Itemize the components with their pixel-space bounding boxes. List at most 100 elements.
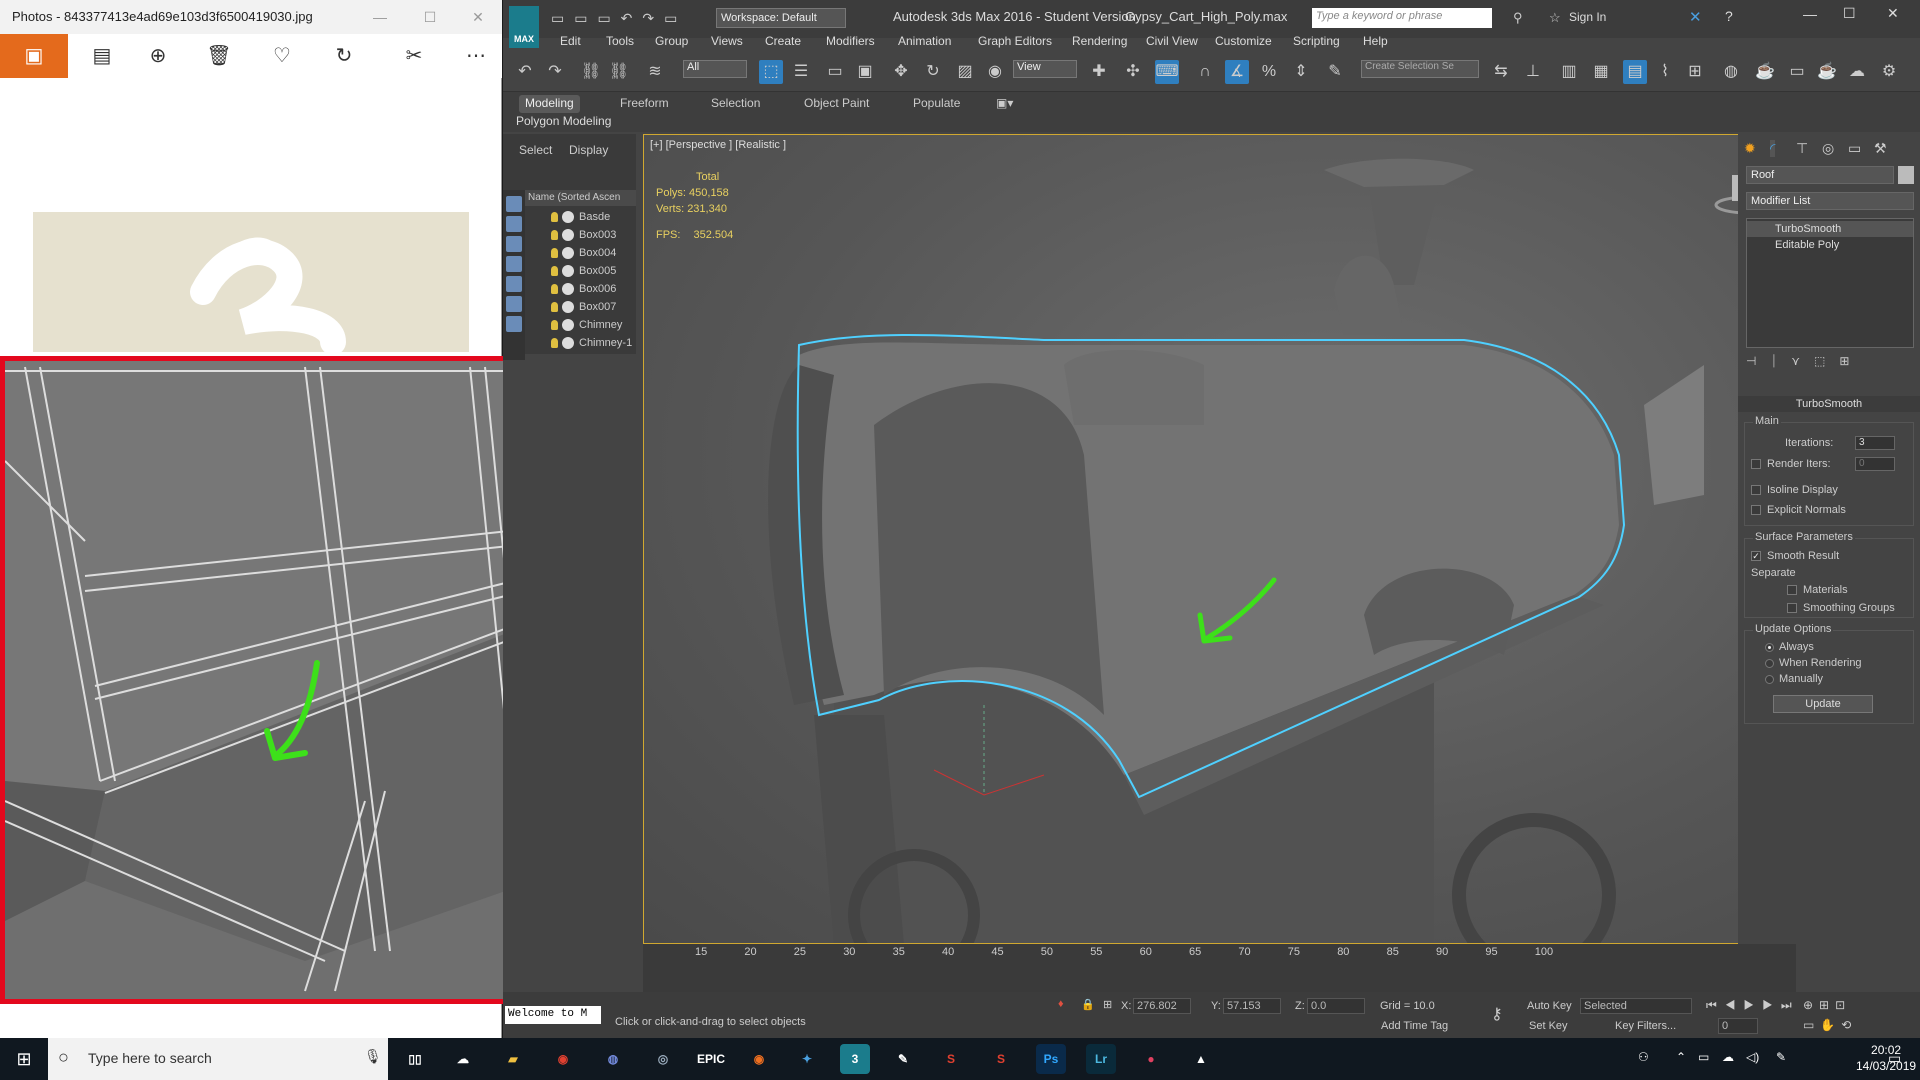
sign-in-button[interactable]: Sign In [1569,10,1606,24]
key-icon[interactable]: ⚷ [1491,1004,1503,1024]
redo-icon[interactable]: ↷ [543,60,567,84]
smoothing-groups-checkbox[interactable] [1787,603,1797,613]
scene-item[interactable]: Box004 [525,244,636,262]
scene-tab-select[interactable]: Select [519,143,552,157]
menu-group[interactable]: Group [655,34,688,48]
chrome-icon[interactable]: ◉ [548,1044,578,1074]
more-icon[interactable]: ⋯ [454,34,498,78]
delete-icon[interactable]: 🗑 [197,34,241,78]
tab-populate[interactable]: Populate [907,95,966,113]
substance-icon[interactable]: S [936,1044,966,1074]
menu-create[interactable]: Create [765,34,801,48]
ribbon-options-icon[interactable]: ▣▾ [990,95,1019,113]
undo-icon[interactable]: ↶ [513,60,537,84]
pen-icon[interactable]: ✎ [1776,1050,1786,1064]
isoline-display-checkbox[interactable] [1751,485,1761,495]
menu-tools[interactable]: Tools [606,34,634,48]
max-logo[interactable]: MAX [509,6,539,48]
steam-icon[interactable]: ◎ [648,1044,678,1074]
file-explorer-icon[interactable]: ▰ [498,1044,528,1074]
binoculars-icon[interactable]: ⚲ [1513,10,1523,26]
tray-chevron-icon[interactable]: ⌃ [1676,1050,1686,1064]
epic-games-icon[interactable]: EPIC [696,1044,726,1074]
snap-icon[interactable]: ∩ [1193,60,1217,84]
ribbon-icon[interactable]: ▤ [1623,60,1647,84]
task-view-icon[interactable]: ▯▯ [400,1044,430,1074]
window-crossing-icon[interactable]: ▣ [853,60,877,84]
rotate-icon[interactable]: ↻ [921,60,945,84]
light-bulb-icon[interactable] [551,248,558,258]
light-bulb-icon[interactable] [551,266,558,276]
manually-radio[interactable] [1765,675,1774,684]
3ds-max-icon[interactable]: 3 [840,1044,870,1074]
light-bulb-icon[interactable] [551,212,558,222]
viewport-nav-controls[interactable]: ⊕⊞⊡ [1803,998,1851,1012]
utilities-panel-icon[interactable]: ⚒ [1874,140,1887,157]
menu-help[interactable]: Help [1363,34,1388,48]
maxscript-listener[interactable]: Welcome to M [505,1006,601,1024]
microphone-icon[interactable]: 🎙 [364,1048,382,1065]
menu-graph-editors[interactable]: Graph Editors [978,34,1052,48]
blender-icon[interactable]: ✦ [792,1044,822,1074]
onedrive-icon[interactable]: ☁ [448,1044,478,1074]
materials-checkbox[interactable] [1787,585,1797,595]
set-key-button[interactable]: Set Key [1529,1020,1568,1032]
discord-icon[interactable]: ◍ [598,1044,628,1074]
layer-icon[interactable]: ▥ [1557,60,1581,84]
move-icon[interactable]: ✥ [889,60,913,84]
edit-icon[interactable]: ✂ [392,34,436,78]
render-iters-spinner[interactable]: 0 [1855,457,1895,471]
rect-selection-icon[interactable]: ▭ [823,60,847,84]
notification-icon[interactable]: ▭ [1888,1050,1901,1067]
taskbar-search-box[interactable]: ○ Type here to search 🎙 [48,1038,388,1080]
key-mode-dropdown[interactable]: Selected [1580,998,1692,1014]
stack-item-turbosmooth[interactable]: TurboSmooth [1747,221,1913,237]
stack-item-editable-poly[interactable]: Editable Poly [1747,237,1913,253]
render-online-icon[interactable]: ☁ [1845,60,1869,84]
system-clock[interactable]: 20:02 14/03/2019 [1856,1042,1916,1074]
scene-item[interactable]: Box006 [525,280,636,298]
zoom-icon[interactable]: ⊕ [136,34,180,78]
x-coordinate-field[interactable]: 276.802 [1133,998,1191,1014]
percent-snap-icon[interactable]: % [1257,60,1281,84]
paint-icon[interactable]: ✎ [888,1044,918,1074]
tab-selection[interactable]: Selection [705,95,766,113]
tab-freeform[interactable]: Freeform [614,95,675,113]
filter-groups-icon[interactable] [506,316,522,332]
z-coordinate-field[interactable]: 0.0 [1307,998,1365,1014]
scene-item[interactable]: Basde [525,208,636,226]
close-icon[interactable]: ✕ [458,4,498,30]
scene-item[interactable]: Chimney [525,316,636,334]
substance-designer-icon[interactable]: S [986,1044,1016,1074]
render-frame-icon[interactable]: ▭ [1785,60,1809,84]
create-panel-icon[interactable]: ✹ [1744,140,1756,157]
spinner-snap-icon[interactable]: ⇕ [1289,60,1313,84]
y-coordinate-field[interactable]: 57.153 [1223,998,1281,1014]
render-icon[interactable]: ☕ [1815,60,1839,84]
absolute-mode-icon[interactable]: ⊞ [1103,998,1112,1011]
render-iterative-icon[interactable]: ⚙ [1877,60,1901,84]
scene-item[interactable]: Box005 [525,262,636,280]
scene-item[interactable]: Box007 [525,298,636,316]
help-icon[interactable]: ? [1725,8,1733,24]
timeline[interactable]: 15 20 25 30 35 40 45 50 55 60 65 70 75 80 85 90 95 100 [643,944,1796,992]
light-bulb-icon[interactable] [551,302,558,312]
keyword-search-input[interactable]: Type a keyword or phrase [1312,8,1492,28]
tab-modeling[interactable]: Modeling [519,95,580,113]
filter-spacewarps-icon[interactable] [506,296,522,312]
update-button[interactable]: Update [1773,695,1873,713]
link-icon[interactable]: ⛓ [579,60,603,84]
minimize-icon[interactable]: — [1803,6,1817,22]
windows-start-icon[interactable]: ⊞ [0,1038,48,1080]
menu-civil-view[interactable]: Civil View [1146,34,1198,48]
minimize-icon[interactable]: — [360,4,400,30]
time-ruler[interactable]: 15 20 25 30 35 40 45 50 55 60 65 70 75 80 85 90 95 100 [643,944,1643,962]
light-bulb-icon[interactable] [551,230,558,240]
scene-item[interactable]: Box003 [525,226,636,244]
viewport-nav-controls-2[interactable]: ▭✋⟲ [1803,1018,1857,1032]
menu-animation[interactable]: Animation [898,34,951,48]
filter-geometry-icon[interactable] [506,196,522,212]
light-bulb-icon[interactable] [551,320,558,330]
smooth-result-checkbox[interactable]: ✓ [1751,551,1761,561]
menu-modifiers[interactable]: Modifiers [826,34,875,48]
